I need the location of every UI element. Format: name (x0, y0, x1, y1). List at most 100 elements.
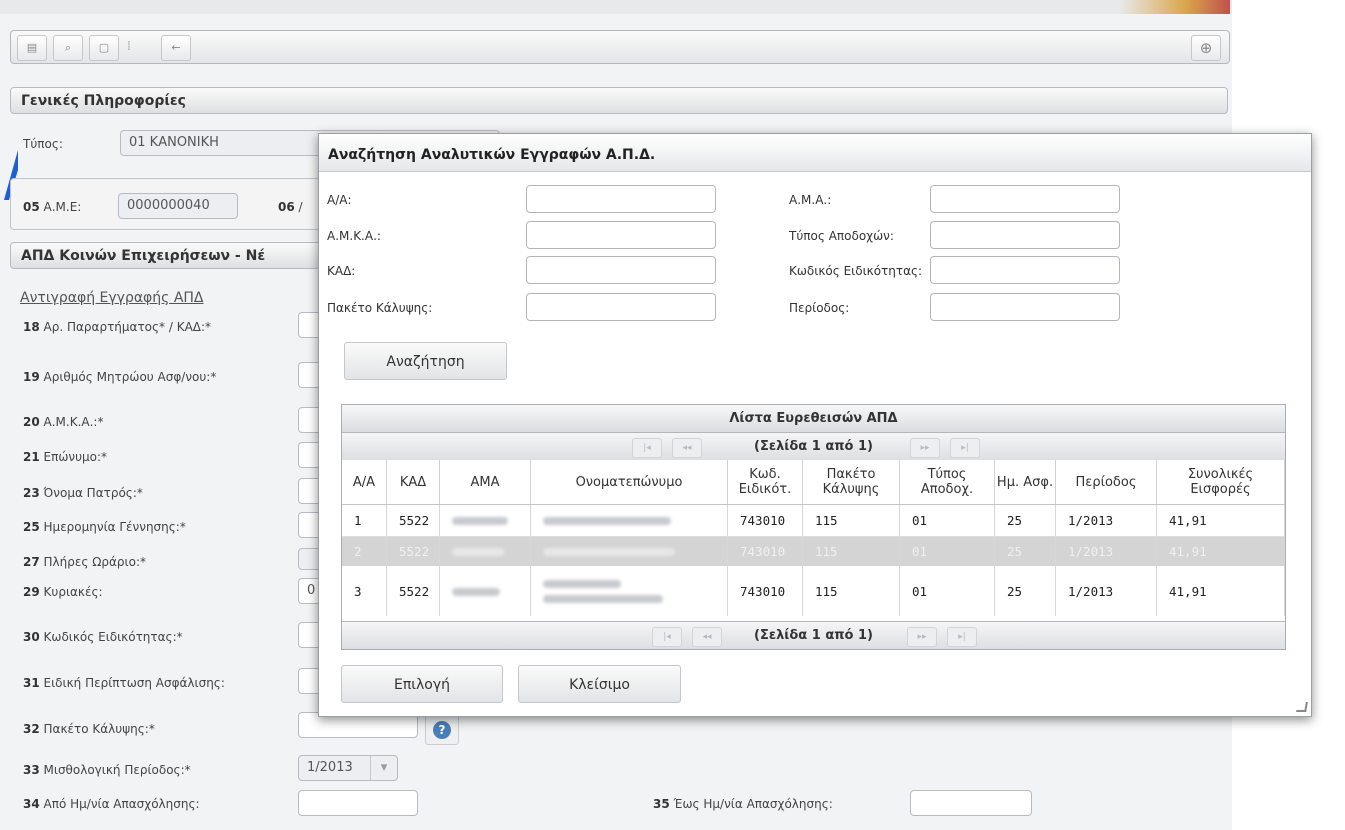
employment-from-field[interactable] (298, 790, 418, 816)
col-specialty[interactable]: Κωδ. Ειδικότ. (727, 460, 803, 505)
cell-kad: 5522 (386, 536, 440, 566)
cell-name-redacted (530, 536, 728, 566)
table-row-selected[interactable]: 2 5522 743010 115 01 25 1/2013 41,91 (342, 536, 1285, 566)
field-18-label: 18 Αρ. Παραρτήματος* / ΚΑΔ:* (23, 320, 212, 334)
help-icon: ? (433, 721, 451, 739)
col-earnings-type[interactable]: Τύπος Αποδοχ. (899, 460, 995, 505)
col-period[interactable]: Περίοδος (1055, 460, 1157, 505)
help-button[interactable]: ? (425, 715, 459, 745)
main-toolbar: ▤ ⌕ ▢ ⁞ ← ⊕ (10, 30, 1230, 64)
field-31-label: 31 Ειδική Περίπτωση Ασφάλισης: (23, 676, 225, 690)
cell-ama-redacted (439, 504, 531, 537)
dialog-title: Αναζήτηση Αναλυτικών Εγγραφών Α.Π.Δ. (319, 134, 1311, 172)
cell-package: 115 (802, 536, 900, 566)
field-25-label: 25 Ημερομηνία Γέννησης:* (23, 520, 186, 534)
type-label: Τύπος: (23, 137, 63, 151)
specialty-code-input[interactable] (930, 256, 1120, 284)
last-page-icon[interactable]: ▸| (950, 438, 980, 458)
last-page-icon[interactable]: ▸| (947, 627, 977, 647)
kad-input[interactable] (526, 256, 716, 284)
field-06-label: 06 / (278, 200, 303, 214)
cell-aa: 3 (342, 566, 387, 616)
ama-input[interactable] (930, 185, 1120, 213)
table-row[interactable]: 3 5522 743010 115 01 25 1/2013 41,91 (342, 566, 1285, 616)
col-aa[interactable]: Α/Α (342, 460, 387, 505)
aa-label: Α/Α: (327, 193, 352, 207)
amka-input[interactable] (526, 221, 716, 249)
package-label: Πακέτο Κάλυψης: (327, 301, 433, 315)
new-document-icon[interactable]: ▢ (89, 35, 119, 61)
top-banner (0, 0, 1232, 14)
cell-total: 41,91 (1156, 536, 1285, 566)
package-input[interactable] (526, 293, 716, 321)
col-ama[interactable]: ΑΜΑ (439, 460, 531, 505)
page-indicator: (Σελίδα 1 από 1) (754, 439, 873, 454)
cell-period: 1/2013 (1055, 536, 1157, 566)
cell-type: 01 (899, 566, 995, 616)
search-button[interactable]: Αναζήτηση (344, 342, 507, 380)
ame-field[interactable]: 0000000040 (118, 193, 238, 219)
top-pager: |◂ ◂◂ (Σελίδα 1 από 1) ▸▸ ▸| (342, 433, 1285, 461)
cell-name-redacted (530, 566, 728, 616)
cell-days: 25 (994, 536, 1056, 566)
next-page-icon[interactable]: ▸▸ (907, 627, 937, 647)
cell-kad: 5522 (386, 566, 440, 616)
cell-aa: 2 (342, 536, 387, 566)
next-page-icon[interactable]: ▸▸ (910, 438, 940, 458)
dropdown-arrow-icon[interactable]: ▾ (370, 756, 397, 780)
cell-period: 1/2013 (1055, 504, 1157, 537)
copy-record-link[interactable]: Αντιγραφή Εγγραφής ΑΠΔ (20, 290, 204, 306)
kad-label: ΚΑΔ: (327, 264, 356, 278)
field-32-label: 32 Πακέτο Κάλυψης:* (23, 722, 155, 736)
col-package[interactable]: Πακέτο Κάλυψης (802, 460, 900, 505)
search-icon[interactable]: ⌕ (53, 35, 83, 61)
grid-title: Λίστα Ευρεθεισών ΑΠΔ (342, 405, 1285, 433)
cell-specialty: 743010 (727, 536, 803, 566)
separator-icon: ⁞ (126, 39, 132, 54)
cell-type: 01 (899, 536, 995, 566)
field-19-label: 19 Αριθμός Μητρώου Ασφ/νου:* (23, 370, 217, 384)
cell-specialty: 743010 (727, 566, 803, 616)
field-35-label: 35 Έως Ημ/νία Απασχόλησης: (653, 797, 833, 811)
specialty-code-label: Κωδικός Ειδικότητας: (789, 264, 923, 278)
cell-aa: 1 (342, 504, 387, 537)
save-icon[interactable]: ▤ (17, 35, 47, 61)
cell-total: 41,91 (1156, 504, 1285, 537)
period-label: Περίοδος: (789, 301, 850, 315)
field-23-label: 23 Όνομα Πατρός:* (23, 486, 143, 500)
cell-kad: 5522 (386, 504, 440, 537)
earnings-type-input[interactable] (930, 221, 1120, 249)
close-button[interactable]: Κλείσιμο (518, 665, 681, 703)
cell-name-redacted (530, 504, 728, 537)
col-kad[interactable]: ΚΑΔ (386, 460, 440, 505)
cell-package: 115 (802, 566, 900, 616)
field-34-label: 34 Από Ημ/νία Απασχόλησης: (23, 797, 200, 811)
field-33-label: 33 Μισθολογική Περίοδος:* (23, 763, 191, 777)
period-input[interactable] (930, 293, 1120, 321)
field-27-label: 27 Πλήρες Ωράριο:* (23, 555, 146, 569)
cell-ama-redacted (439, 566, 531, 616)
employment-to-field[interactable] (910, 790, 1032, 816)
bottom-pager: |◂ ◂◂ (Σελίδα 1 από 1) ▸▸ ▸| (342, 621, 1285, 649)
back-arrow-icon[interactable]: ← (161, 35, 191, 61)
col-fullname[interactable]: Ονοματεπώνυμο (530, 460, 728, 505)
add-circle-icon[interactable]: ⊕ (1191, 35, 1221, 61)
aa-input[interactable] (526, 185, 716, 213)
field-29-label: 29 Κυριακές: (23, 585, 103, 599)
resize-handle-icon[interactable] (1296, 702, 1308, 712)
select-button[interactable]: Επιλογή (341, 665, 503, 703)
col-total[interactable]: Συνολικές Εισφορές (1156, 460, 1285, 505)
search-dialog: Αναζήτηση Αναλυτικών Εγγραφών Α.Π.Δ. Α/Α… (318, 133, 1312, 717)
col-days[interactable]: Ημ. Ασφ. (994, 460, 1056, 505)
banner-logo (1120, 0, 1230, 14)
cell-ama-redacted (439, 536, 531, 566)
field-21-label: 21 Επώνυμο:* (23, 450, 108, 464)
cell-days: 25 (994, 504, 1056, 537)
page-indicator: (Σελίδα 1 από 1) (754, 628, 873, 643)
field-30-label: 30 Κωδικός Ειδικότητας:* (23, 630, 183, 644)
payroll-period-field[interactable]: 1/2013 ▾ (298, 755, 398, 781)
amka-label: Α.Μ.Κ.Α.: (327, 229, 381, 243)
results-grid: Λίστα Ευρεθεισών ΑΠΔ |◂ ◂◂ (Σελίδα 1 από… (341, 404, 1286, 650)
table-row[interactable]: 1 5522 743010 115 01 25 1/2013 41,91 (342, 504, 1285, 537)
results-table: Α/Α ΚΑΔ ΑΜΑ Ονοματεπώνυμο Κωδ. Ειδικότ. … (342, 460, 1285, 616)
